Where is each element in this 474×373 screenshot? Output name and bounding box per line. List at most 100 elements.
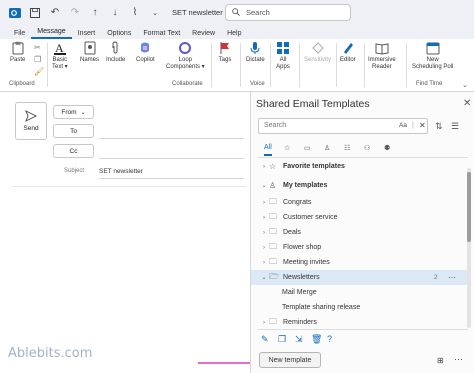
sensitivity-button[interactable]: Sensitivity — [304, 41, 331, 64]
redo-icon[interactable]: ↷ — [68, 6, 82, 20]
chevron-right-icon: › — [263, 319, 265, 326]
copilot-label: Copilot — [136, 57, 155, 63]
tab-insert[interactable]: Insert — [72, 30, 102, 39]
tab-file[interactable]: File — [8, 30, 31, 39]
immersive-reader-button[interactable]: Immersive Reader — [368, 41, 396, 71]
tab-format-text[interactable]: Format Text — [137, 30, 186, 39]
tree-item-favorites[interactable]: › ☆ Favorite templates — [251, 159, 467, 174]
tree-item-folder[interactable]: › 🗀 Customer service — [251, 210, 467, 225]
arrow-up-icon[interactable]: ↑ — [88, 6, 102, 20]
all-apps-label: All Apps — [276, 57, 290, 70]
names-button[interactable]: Names — [80, 41, 99, 64]
undo-icon[interactable]: ↶ — [48, 6, 62, 20]
tab-clipboard-icon[interactable]: ▭ — [304, 144, 311, 152]
search-box[interactable]: Search — [225, 4, 351, 21]
tree-item-template[interactable]: Template sharing release — [251, 300, 467, 315]
basic-text-button[interactable]: A Basic Text ▾ — [52, 41, 68, 71]
all-apps-button[interactable]: All Apps — [276, 41, 290, 71]
send-button[interactable]: Send — [15, 102, 47, 140]
tree-item-folder[interactable]: › 🗀 Flower shop — [251, 240, 467, 255]
tab-message[interactable]: Message — [31, 28, 72, 39]
tab-users-icon[interactable]: ⚇ — [364, 144, 370, 152]
pane-title: Shared Email Templates — [256, 98, 370, 110]
add-in-grid-icon[interactable]: ⊞ — [437, 356, 444, 365]
tab-options[interactable]: Options — [101, 30, 137, 39]
chevron-down-icon: ⌄ — [261, 275, 267, 281]
tab-team-icon[interactable]: ☷ — [344, 144, 350, 152]
shared-email-templates-pane: Shared Email Templates ✕ Search Aa | ✕ ⇅… — [250, 92, 474, 373]
immersive-reader-icon — [375, 43, 389, 55]
flag-icon — [220, 42, 229, 54]
tree-item-folder[interactable]: › 🗀 Reminders — [251, 315, 467, 330]
tab-all[interactable]: All — [264, 144, 272, 156]
tree-item-label: Reminders — [283, 319, 317, 326]
search-icon — [232, 7, 240, 18]
tree-item-label: My templates — [283, 182, 328, 189]
customize-toolbar-icon[interactable]: ⌄ — [148, 6, 162, 20]
delete-icon[interactable]: 🗑 — [311, 334, 322, 345]
filter-settings-icon[interactable]: ☰ — [451, 121, 459, 132]
outlook-app-icon — [8, 6, 22, 20]
attach-icon[interactable]: ⌇ — [128, 6, 142, 20]
close-icon[interactable]: ✕ — [463, 98, 471, 109]
search-clear-icon[interactable]: ✕ — [419, 121, 426, 130]
tags-button[interactable]: Tags — [218, 41, 232, 64]
ribbon-collapse-icon[interactable]: ⌄ — [462, 81, 468, 89]
folder-icon: 🗀 — [269, 226, 277, 236]
basic-text-label: Basic Text ▾ — [52, 57, 68, 70]
copy-template-icon[interactable]: ❐ — [278, 334, 286, 345]
format-painter-icon[interactable]: 🖌 — [34, 67, 44, 76]
ribbon: Paste ✂ ❐ 🖌 A Basic Text ▾ Names Include … — [0, 39, 474, 92]
scrollbar-thumb[interactable] — [467, 172, 471, 242]
help-icon[interactable]: ? — [327, 334, 332, 344]
more-options-icon[interactable]: ⋯ — [448, 273, 456, 282]
to-button[interactable]: To — [53, 124, 94, 138]
move-icon[interactable]: ⇲ — [295, 334, 303, 345]
ablebits-logo: Ablebits.com — [8, 346, 93, 361]
more-icon[interactable]: ⋯ — [454, 354, 463, 365]
copilot-button[interactable]: Copilot — [136, 41, 155, 64]
tab-favorites-star-icon[interactable]: ☆ — [284, 144, 290, 152]
save-icon[interactable] — [28, 6, 42, 20]
from-button[interactable]: From ⌄ — [53, 105, 94, 119]
to-field[interactable] — [99, 138, 244, 139]
cc-button[interactable]: Cc — [53, 144, 94, 158]
tab-shared-icon[interactable]: ⚉ — [384, 144, 390, 152]
new-scheduling-poll-button[interactable]: New Scheduling Poll — [412, 41, 453, 71]
cut-icon[interactable]: ✂ — [34, 43, 41, 52]
editor-button[interactable]: Editor — [340, 41, 356, 64]
match-case-toggle[interactable]: Aa — [399, 122, 407, 129]
sensitivity-label: Sensitivity — [304, 57, 332, 63]
tree-item-folder[interactable]: › 🗀 Congrats — [251, 195, 467, 210]
tab-review[interactable]: Review — [186, 30, 221, 39]
tree-item-folder[interactable]: › 🗀 Deals — [251, 225, 467, 240]
star-icon: ☆ — [269, 162, 277, 171]
names-label: Names — [80, 57, 100, 63]
arrow-down-icon[interactable]: ↓ — [108, 6, 122, 20]
ribbon-separator — [364, 43, 365, 87]
loop-components-button[interactable]: Loop Components ▾ — [166, 41, 205, 71]
sort-icon[interactable]: ⇅ — [435, 121, 443, 132]
subject-field[interactable]: SET newsletter — [99, 168, 143, 175]
template-search-input[interactable]: Search Aa | ✕ — [258, 118, 428, 134]
tab-person-icon[interactable]: ♙ — [324, 144, 330, 152]
search-placeholder: Search — [264, 122, 287, 129]
copy-icon[interactable]: ❐ — [34, 55, 41, 64]
paste-button[interactable]: Paste — [10, 41, 25, 64]
dictate-button[interactable]: Dictate — [246, 41, 265, 64]
tree-item-template[interactable]: Mail Merge — [251, 285, 467, 300]
cc-field[interactable] — [99, 158, 244, 159]
tree-item-folder[interactable]: › 🗀 Meeting invites — [251, 255, 467, 270]
send-label: Send — [23, 125, 39, 132]
new-template-button[interactable]: New template — [259, 352, 321, 368]
tree-item-folder-selected[interactable]: ⌄ 🗁 Newsletters 2 ⋯ — [251, 270, 467, 285]
tab-help[interactable]: Help — [221, 30, 247, 39]
folder-open-icon: 🗁 — [269, 271, 279, 281]
ribbon-separator — [336, 43, 337, 87]
tree-item-label: Meeting invites — [283, 259, 330, 266]
include-button[interactable]: Include — [106, 41, 125, 64]
edit-pencil-icon[interactable]: ✎ — [261, 334, 269, 345]
folder-icon: 🗀 — [269, 256, 277, 266]
tree-item-my-templates[interactable]: ⌄ ♙ My templates — [251, 178, 467, 193]
ribbon-separator — [299, 43, 300, 87]
